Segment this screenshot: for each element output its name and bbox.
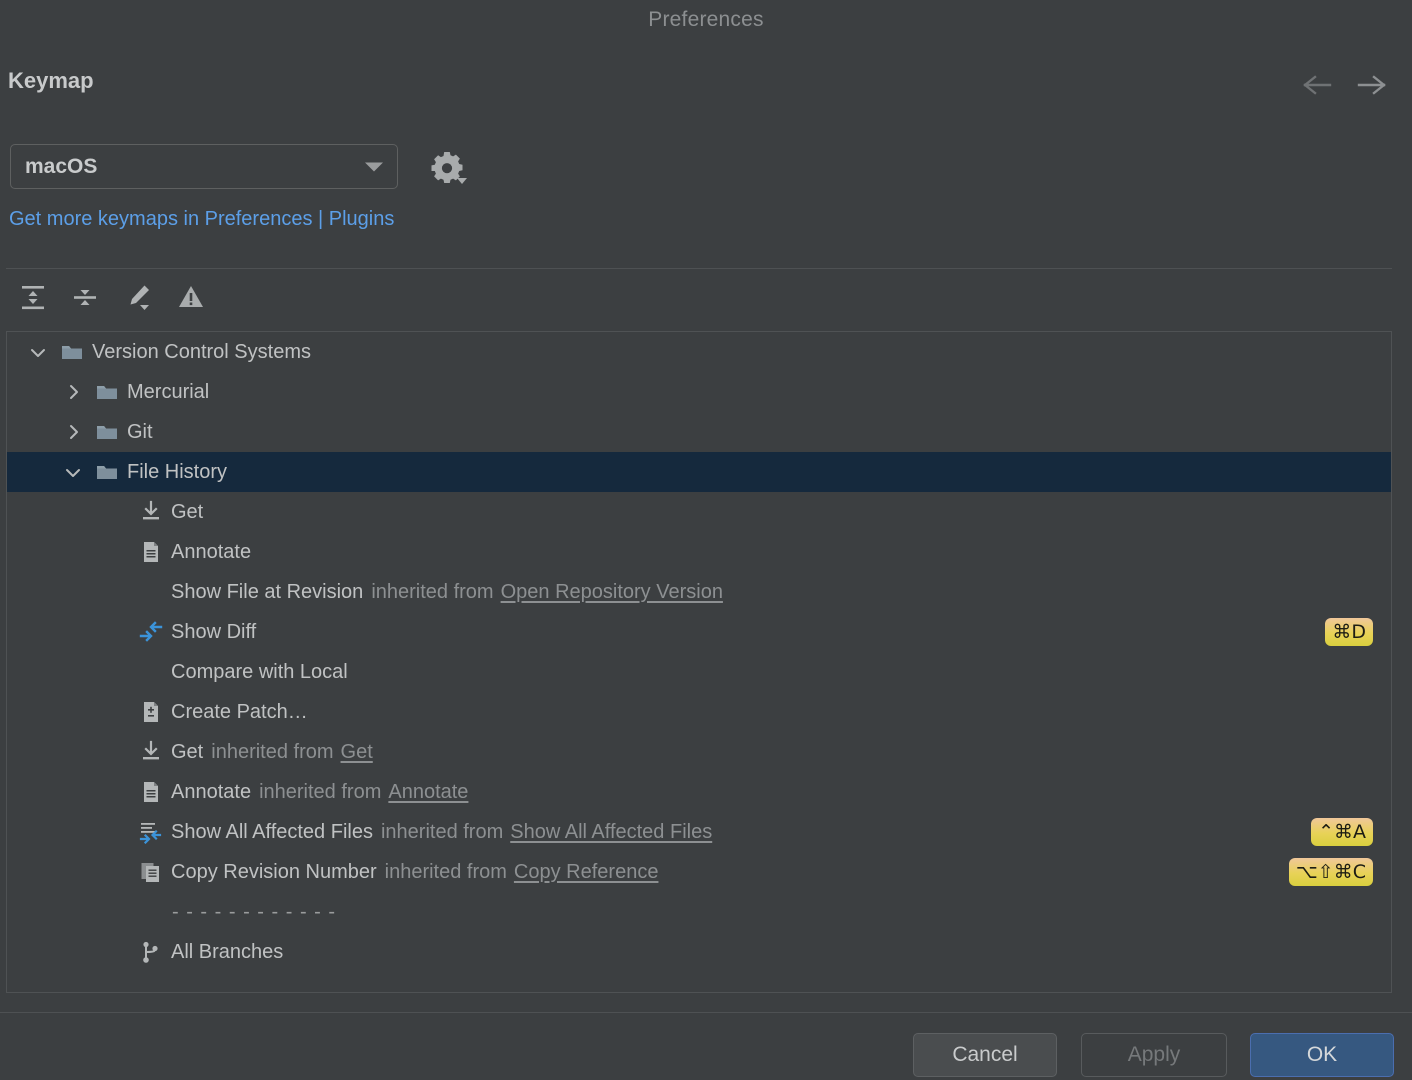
action-name: Copy Revision Number <box>171 861 377 884</box>
tree-folder-label: Version Control Systems <box>92 341 311 364</box>
create-patch-icon <box>139 700 163 724</box>
branch-icon <box>139 940 163 964</box>
tree-action-row[interactable]: Compare with Local <box>7 652 1391 692</box>
inherited-from-link[interactable]: Copy Reference <box>514 861 659 884</box>
dialog-footer: Cancel Apply OK <box>0 1013 1412 1080</box>
shortcut-badge[interactable]: ⌃⌘A <box>1311 818 1373 846</box>
tree-action-row[interactable]: Annotate inherited from Annotate <box>7 772 1391 812</box>
tree-folder-row[interactable]: File History <box>7 452 1391 492</box>
folder-icon <box>61 343 83 361</box>
shortcut-badge[interactable]: ⌘D <box>1325 618 1373 646</box>
action-name: Get <box>171 501 203 524</box>
none <box>139 660 163 684</box>
tree-folder-row[interactable]: Mercurial <box>7 372 1391 412</box>
keymap-select[interactable]: macOS <box>10 144 398 189</box>
get-more-keymaps-link[interactable]: Get more keymaps in Preferences | Plugin… <box>9 208 394 231</box>
tree-action-row[interactable]: All Branches <box>7 932 1391 972</box>
action-name: Show File at Revision <box>171 581 363 604</box>
tree-folder-label: File History <box>127 461 227 484</box>
edit-pencil-dropdown-icon[interactable] <box>119 276 159 318</box>
toolbar-divider <box>6 268 1392 269</box>
tree-action-row[interactable]: Get <box>7 492 1391 532</box>
action-name: All Branches <box>171 941 283 964</box>
tree-separator-row: - - - - - - - - - - - - <box>7 892 1391 932</box>
inherited-from-link[interactable]: Annotate <box>388 781 468 804</box>
cancel-button[interactable]: Cancel <box>913 1033 1057 1077</box>
keymap-tree[interactable]: Version Control Systems Mercurial Git File … <box>6 331 1392 993</box>
action-name: Show All Affected Files <box>171 821 373 844</box>
tree-action-row[interactable]: Get inherited from Get <box>7 732 1391 772</box>
action-name: Show Diff <box>171 621 256 644</box>
annotate-document-icon <box>139 780 163 804</box>
inherited-from-label: inherited from <box>371 581 493 604</box>
inherited-from-link[interactable]: Open Repository Version <box>501 581 723 604</box>
tree-action-row[interactable]: Create Patch… <box>7 692 1391 732</box>
warning-triangle-icon[interactable] <box>171 276 211 318</box>
folder-icon <box>96 423 118 441</box>
chevron-right-icon[interactable] <box>62 381 84 403</box>
annotate-document-icon <box>139 540 163 564</box>
arrow-right-icon[interactable] <box>1352 68 1390 102</box>
inherited-from-label: inherited from <box>385 861 507 884</box>
apply-button[interactable]: Apply <box>1081 1033 1227 1077</box>
expand-all-icon[interactable] <box>13 276 53 318</box>
ok-button[interactable]: OK <box>1250 1033 1394 1077</box>
folder-icon <box>96 383 118 401</box>
action-name: Create Patch… <box>171 701 308 724</box>
inherited-from-label: inherited from <box>381 821 503 844</box>
chevron-down-icon <box>365 162 383 171</box>
inherited-from-link[interactable]: Get <box>341 741 373 764</box>
tree-folder-row[interactable]: Version Control Systems <box>7 332 1391 372</box>
separator-label: - - - - - - - - - - - - <box>172 901 336 924</box>
download-get-icon <box>139 740 163 764</box>
tree-action-row[interactable]: Show Diff ⌘D <box>7 612 1391 652</box>
tree-action-row[interactable]: Show File at Revision inherited from Open … <box>7 572 1391 612</box>
tree-folder-label: Mercurial <box>127 381 209 404</box>
action-name: Annotate <box>171 781 251 804</box>
window-title: Preferences <box>0 0 1412 40</box>
folder-icon <box>96 463 118 481</box>
inherited-from-label: inherited from <box>259 781 381 804</box>
chevron-right-icon[interactable] <box>62 421 84 443</box>
tree-folder-row[interactable]: Git <box>7 412 1391 452</box>
arrow-left-icon[interactable] <box>1299 68 1337 102</box>
page-header: Keymap <box>0 62 1412 114</box>
chevron-down-icon[interactable] <box>27 341 49 363</box>
shortcut-badge[interactable]: ⌥⇧⌘C <box>1289 858 1373 886</box>
none <box>139 580 163 604</box>
chevron-down-icon[interactable] <box>62 461 84 483</box>
tree-action-row[interactable]: Show All Affected Files inherited from Sho… <box>7 812 1391 852</box>
keymap-select-value: macOS <box>25 155 97 179</box>
page-title: Keymap <box>8 68 94 94</box>
action-name: Annotate <box>171 541 251 564</box>
inherited-from-link[interactable]: Show All Affected Files <box>510 821 712 844</box>
gear-dropdown-icon[interactable] <box>428 148 468 186</box>
action-name: Compare with Local <box>171 661 348 684</box>
tree-action-row[interactable]: Copy Revision Number inherited from Copy R… <box>7 852 1391 892</box>
download-get-icon <box>139 500 163 524</box>
show-all-affected-files-icon <box>139 820 163 844</box>
inherited-from-label: inherited from <box>211 741 333 764</box>
copy-revision-icon <box>139 860 163 884</box>
action-name: Get <box>171 741 203 764</box>
collapse-all-icon[interactable] <box>65 276 105 318</box>
tree-folder-label: Git <box>127 421 153 444</box>
keymap-toolbar <box>0 272 1412 324</box>
show-diff-icon <box>139 620 163 644</box>
tree-action-row[interactable]: Annotate <box>7 532 1391 572</box>
